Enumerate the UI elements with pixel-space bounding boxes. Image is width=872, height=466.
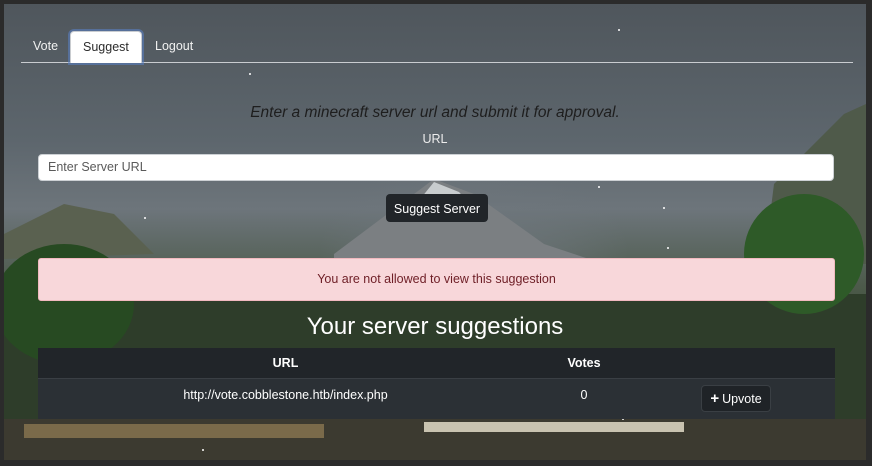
- upvote-button[interactable]: + Upvote: [701, 385, 771, 412]
- server-url-input[interactable]: [38, 154, 834, 181]
- tab-logout[interactable]: Logout: [143, 31, 205, 61]
- plus-icon: +: [710, 390, 720, 407]
- tab-suggest[interactable]: Suggest: [70, 31, 142, 63]
- suggestion-url: http://vote.cobblestone.htb/index.php: [183, 388, 388, 402]
- column-header-url: URL: [272, 356, 299, 370]
- table-row: http://vote.cobblestone.htb/index.php 0 …: [38, 378, 835, 419]
- error-alert: You are not allowed to view this suggest…: [38, 258, 835, 301]
- upvote-label: Upvote: [722, 392, 762, 406]
- table-header: URL Votes: [38, 348, 835, 378]
- suggestions-heading: Your server suggestions: [306, 313, 564, 340]
- nav-tabs: Vote Suggest Logout: [21, 31, 853, 63]
- suggestions-table: URL Votes http://vote.cobblestone.htb/in…: [38, 348, 835, 419]
- suggest-server-button[interactable]: Suggest Server: [386, 194, 488, 222]
- alert-message: You are not allowed to view this suggest…: [317, 272, 556, 286]
- form-intro-text: Enter a minecraft server url and submit …: [250, 104, 620, 121]
- page-background: Vote Suggest Logout Enter a minecraft se…: [4, 4, 866, 460]
- suggestion-votes: 0: [580, 388, 588, 402]
- tab-vote[interactable]: Vote: [21, 31, 70, 61]
- column-header-votes: Votes: [567, 356, 601, 370]
- url-label: URL: [422, 132, 448, 146]
